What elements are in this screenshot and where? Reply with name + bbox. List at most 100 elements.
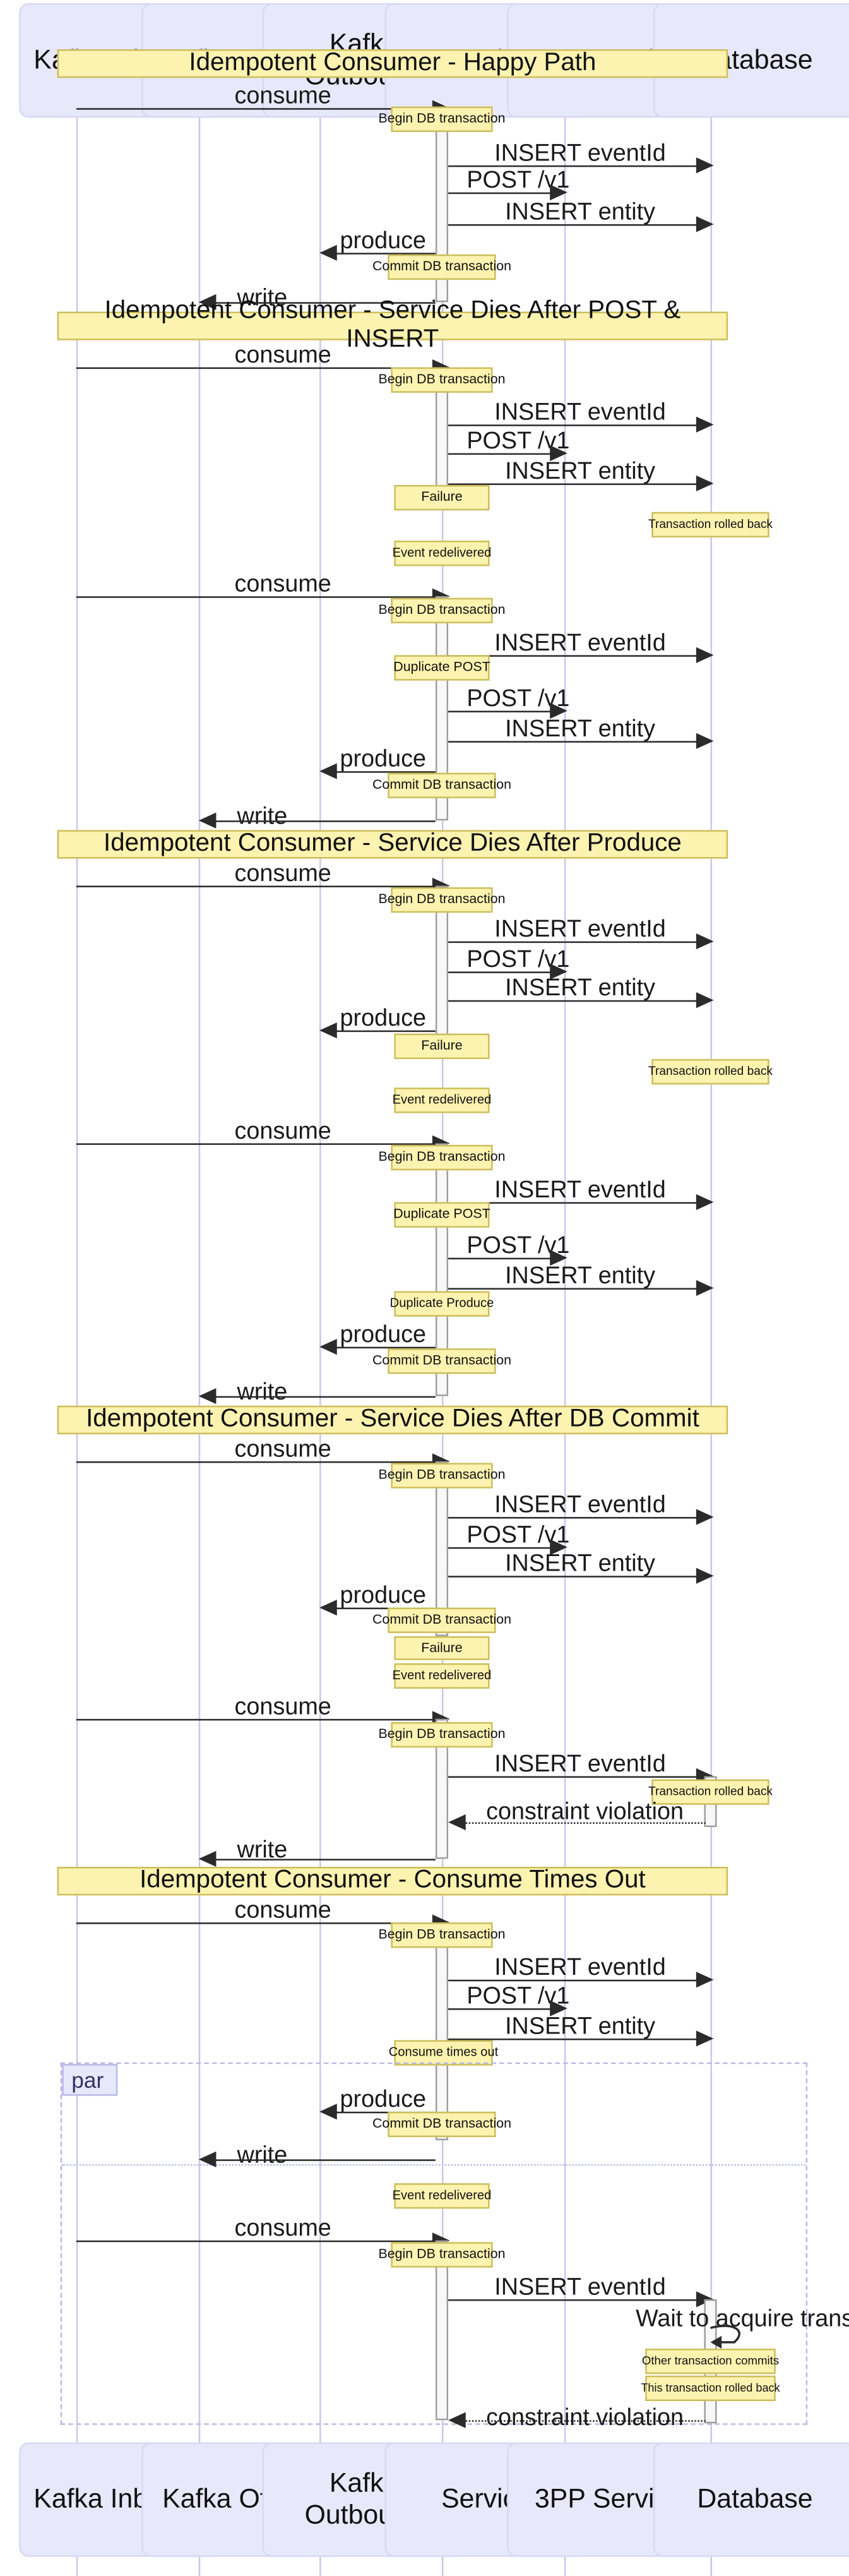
message-label-post-v1-4a: POST /v1 <box>466 1521 570 1549</box>
message-line-insert-eventid-3a <box>448 941 699 944</box>
message-line-consume-3a <box>76 885 436 887</box>
message-line-insert-entity-2b <box>448 741 699 743</box>
note-failure-3: Failure <box>394 1033 490 1059</box>
note-failure-4: Failure <box>394 1636 490 1660</box>
note-begin-db-transaction-5b: Begin DB transaction <box>378 2242 506 2268</box>
message-label-consume-5a: consume <box>234 1896 331 1924</box>
message-label-post-v1-2a: POST /v1 <box>466 428 570 455</box>
arrowhead-produce-3b <box>319 1339 337 1355</box>
arrowhead-insert-eventid-2b <box>696 647 714 663</box>
section-title: Idempotent Consumer - Service Dies After… <box>86 1405 699 1433</box>
arrowhead-produce-1 <box>319 244 337 261</box>
section-header-dies-after-post-insert: Idempotent Consumer - Service Dies After… <box>57 297 728 353</box>
note-duplicate-post-3: Duplicate POST <box>393 1202 490 1228</box>
message-line-post-v1-2b <box>448 710 554 713</box>
note-duplicate-produce-3: Duplicate Produce <box>390 1291 494 1317</box>
message-line-insert-eventid-4b <box>448 1776 699 1778</box>
participant-database-bottom[interactable]: Database <box>653 2442 849 2557</box>
note-commit-db-transaction-3: Commit DB transaction <box>372 1348 511 1374</box>
note-event-redelivered-3: Event redelivered <box>393 1087 491 1113</box>
message-label-produce-3b: produce <box>340 1321 427 1349</box>
message-line-post-v1-5a <box>448 2008 554 2010</box>
message-label-insert-eventid-2b: INSERT eventId <box>494 630 666 657</box>
message-label-write-5: write <box>237 2142 288 2169</box>
note-commit-db-transaction-5: Commit DB transaction <box>372 2111 511 2138</box>
message-line-consume-3b <box>76 1143 436 1145</box>
message-label-consume-4b: consume <box>234 1693 331 1721</box>
note-begin-db-transaction-4b: Begin DB transaction <box>378 1722 506 1748</box>
message-line-write-4 <box>205 1859 436 1860</box>
note-transaction-rolled-back-2: Transaction rolled back <box>648 512 773 538</box>
message-line-consume-2b <box>76 596 436 598</box>
note-begin-db-transaction-1: Begin DB transaction <box>378 106 506 132</box>
message-label-consume-3b: consume <box>234 1118 331 1145</box>
message-label-produce-5: produce <box>340 2086 427 2114</box>
note-begin-db-transaction-2a: Begin DB transaction <box>378 367 506 393</box>
note-failure-2: Failure <box>394 484 490 511</box>
message-line-post-v1-1 <box>448 192 554 195</box>
arrowhead-produce-5 <box>319 2104 337 2120</box>
section-header-dies-after-produce: Idempotent Consumer - Service Dies After… <box>57 830 728 859</box>
note-commit-db-transaction-4: Commit DB transaction <box>372 1607 511 1633</box>
message-label-constraint-violation-5: constraint violation <box>486 2404 684 2431</box>
message-label-post-v1-5a: POST /v1 <box>466 1982 570 2010</box>
arrowhead-insert-entity-2b <box>696 733 714 749</box>
message-line-insert-entity-3b <box>448 1288 699 1290</box>
message-label-consume-2b: consume <box>234 570 331 598</box>
message-label-produce-4: produce <box>340 1582 427 1610</box>
message-line-insert-eventid-5b <box>448 2299 699 2301</box>
note-consume-times-out-5: Consume times out <box>389 2040 498 2066</box>
arrowhead-insert-entity-3b <box>696 1279 714 1297</box>
message-label-write-2: write <box>237 803 288 830</box>
message-line-constraint-violation-5 <box>454 2420 706 2422</box>
fragment-divider-par <box>62 2164 806 2166</box>
message-line-post-v1-3a <box>448 971 554 973</box>
message-label-insert-eventid-1: INSERT eventId <box>494 140 666 167</box>
message-line-insert-entity-3a <box>448 1000 699 1002</box>
message-line-write-5 <box>205 2159 436 2161</box>
section-title: Idempotent Consumer - Consume Times Out <box>140 1867 646 1894</box>
message-line-write-3 <box>205 1396 436 1398</box>
note-commit-db-transaction-2: Commit DB transaction <box>372 772 511 798</box>
message-line-consume-4b <box>76 1718 436 1721</box>
arrowhead-write-3 <box>198 1388 217 1405</box>
note-event-redelivered-5: Event redelivered <box>393 2183 491 2209</box>
arrowhead-insert-entity-5a <box>696 2030 714 2047</box>
message-label-insert-entity-4a: INSERT entity <box>505 1550 655 1578</box>
section-title: Idempotent Consumer - Happy Path <box>189 49 597 76</box>
note-event-redelivered-4: Event redelivered <box>393 1663 491 1689</box>
message-label-insert-entity-1: INSERT entity <box>505 198 655 226</box>
section-title: Idempotent Consumer - Service Dies After… <box>104 830 682 858</box>
note-begin-db-transaction-2b: Begin DB transaction <box>378 597 506 624</box>
message-label-consume-4a: consume <box>234 1435 331 1463</box>
section-header-happy-path: Idempotent Consumer - Happy Path <box>57 49 728 78</box>
message-line-insert-entity-4a <box>448 1576 699 1578</box>
arrowhead-constraint-violation-5 <box>448 2412 466 2428</box>
message-label-produce-3a: produce <box>340 1005 427 1033</box>
arrowhead-write-5 <box>198 2151 217 2167</box>
message-label-insert-eventid-4b: INSERT eventId <box>494 1751 666 1778</box>
message-line-produce-3a <box>326 1030 436 1033</box>
sequence-diagram-canvas: Kafka Inbound Kafka Offsets Kafka Outbou… <box>0 0 849 2576</box>
message-line-consume-4a <box>76 1461 436 1463</box>
message-line-insert-entity-1 <box>448 224 699 226</box>
arrowhead-produce-4 <box>319 1600 337 1616</box>
message-label-insert-entity-3a: INSERT entity <box>505 974 655 1002</box>
message-line-consume-2a <box>76 367 436 369</box>
arrowhead-insert-entity-4a <box>696 1567 714 1584</box>
arrowhead-constraint-violation-4 <box>448 1814 466 1831</box>
message-label-insert-entity-2a: INSERT entity <box>505 458 655 485</box>
note-duplicate-post-2: Duplicate POST <box>393 655 490 681</box>
message-line-post-v1-3b <box>448 1257 554 1260</box>
message-label-write-3: write <box>237 1379 288 1406</box>
arrowhead-produce-2 <box>319 763 337 779</box>
message-label-consume: consume <box>234 82 331 110</box>
message-label-insert-entity-3b: INSERT entity <box>505 1262 655 1290</box>
arrowhead-write-2 <box>198 812 217 829</box>
message-line-post-v1-2a <box>448 453 554 455</box>
message-label-post-v1-1: POST /v1 <box>466 167 570 195</box>
arrowhead-insert-entity-1 <box>696 216 714 232</box>
message-line-write-2 <box>205 820 436 822</box>
message-line-consume-5a <box>76 1922 436 1924</box>
message-line-post-v1-4a <box>448 1547 554 1549</box>
